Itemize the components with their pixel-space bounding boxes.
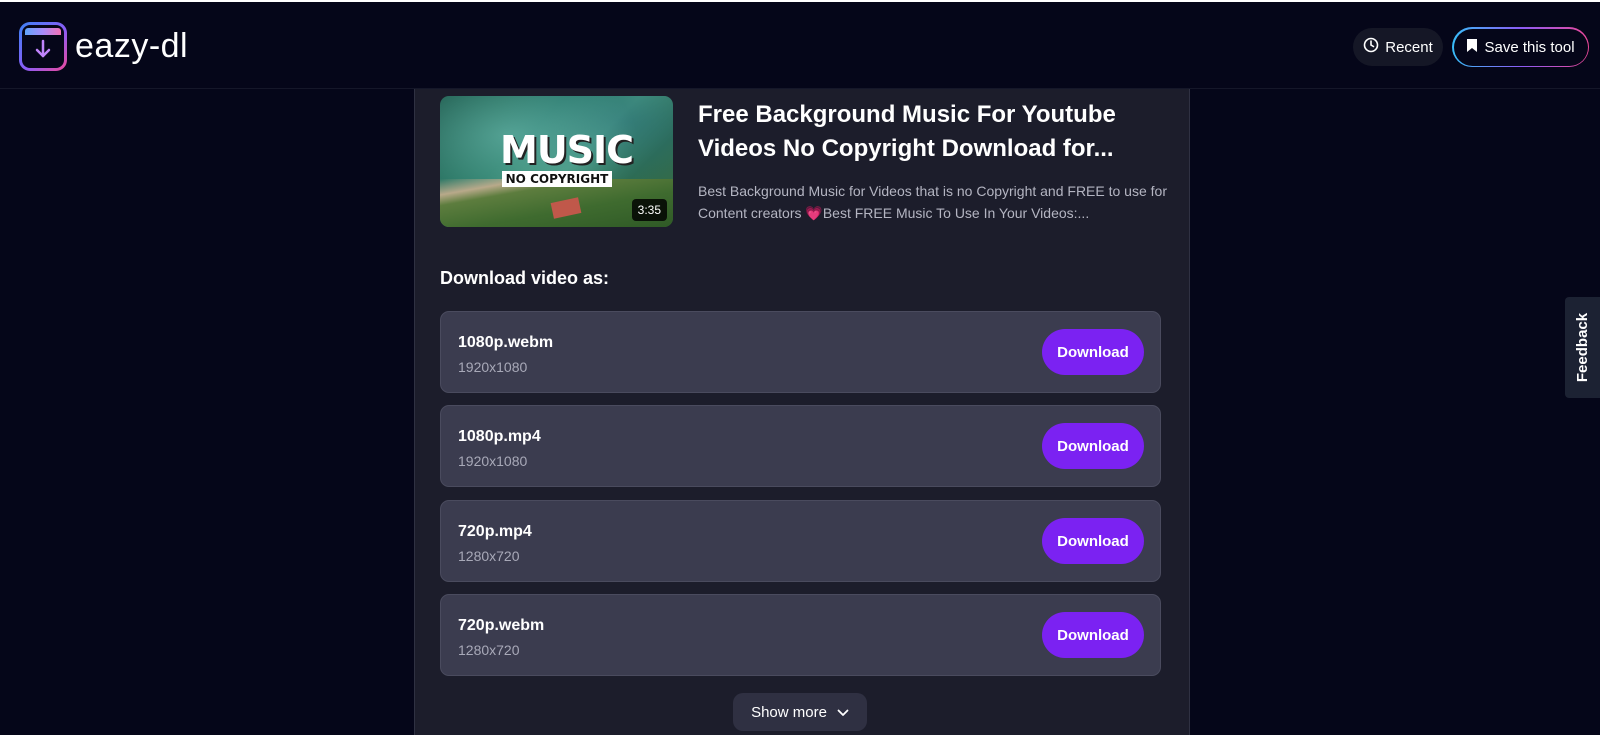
download-section-label: Download video as:	[440, 268, 610, 288]
option-resolution: 1920x1080	[458, 359, 528, 375]
clock-icon	[1363, 37, 1379, 57]
feedback-tab[interactable]: Feedback	[1565, 297, 1600, 398]
video-thumbnail[interactable]: MUSIC NO COPYRIGHT 3:35	[440, 96, 673, 227]
header: eazy-dl Recent Save this tool	[0, 2, 1600, 89]
show-more-label: Show more	[751, 703, 827, 721]
video-title: Free Background Music For Youtube Videos…	[698, 101, 1116, 162]
download-button[interactable]: Download	[1042, 518, 1144, 564]
option-resolution: 1920x1080	[458, 453, 528, 469]
download-option: 1080p.webm 1920x1080 Download	[440, 311, 1161, 393]
download-arrow-icon	[19, 21, 67, 71]
option-format: 720p.mp4	[458, 523, 532, 540]
chevron-down-icon	[837, 704, 849, 721]
download-option: 720p.webm 1280x720 Download	[440, 594, 1161, 676]
show-more-button[interactable]: Show more	[733, 693, 867, 731]
download-option: 720p.mp4 1280x720 Download	[440, 500, 1161, 582]
download-option: 1080p.mp4 1920x1080 Download	[440, 405, 1161, 487]
option-resolution: 1280x720	[458, 642, 520, 658]
option-format: 1080p.mp4	[458, 428, 541, 445]
recent-button[interactable]: Recent	[1353, 28, 1443, 66]
recent-label: Recent	[1385, 38, 1433, 56]
download-button[interactable]: Download	[1042, 612, 1144, 658]
thumbnail-title: MUSIC	[500, 128, 634, 172]
download-button[interactable]: Download	[1042, 423, 1144, 469]
bookmark-icon	[1466, 38, 1478, 57]
download-button[interactable]: Download	[1042, 329, 1144, 375]
logo-text: eazy-dl	[75, 26, 189, 65]
option-format: 720p.webm	[458, 617, 545, 634]
option-resolution: 1280x720	[458, 548, 520, 564]
video-description: Best Background Music for Videos that is…	[698, 183, 1167, 221]
save-tool-button[interactable]: Save this tool	[1452, 27, 1589, 67]
option-format: 1080p.webm	[458, 334, 554, 351]
logo[interactable]: eazy-dl	[19, 21, 188, 71]
feedback-label: Feedback	[1574, 312, 1592, 383]
thumbnail-subtitle: NO COPYRIGHT	[502, 171, 612, 187]
save-tool-label: Save this tool	[1484, 38, 1575, 56]
duration-badge: 3:35	[631, 199, 667, 221]
